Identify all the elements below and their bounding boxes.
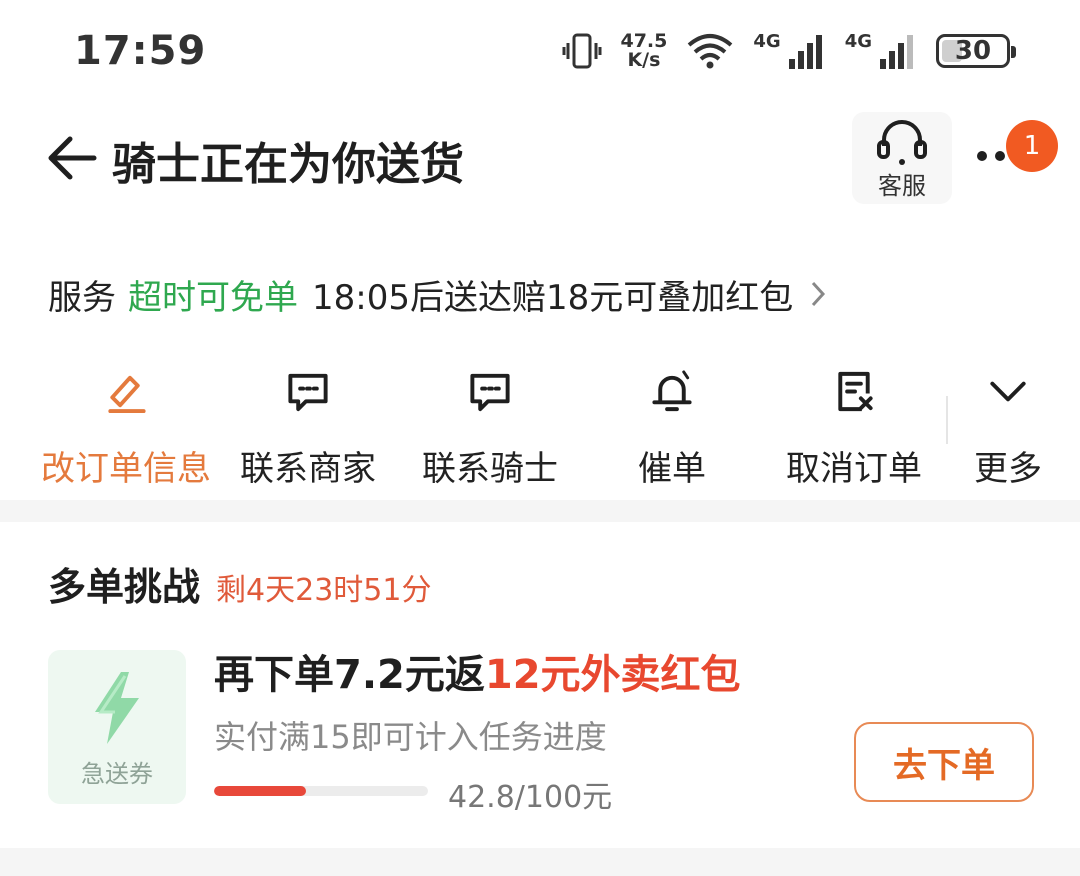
offer-prefix: 再下单7.2元返	[214, 652, 485, 698]
action-label: 联系骑士	[422, 449, 558, 489]
offer-highlight: 12元外卖红包	[484, 652, 741, 698]
status-time: 17:59	[74, 28, 207, 74]
service-label: 服务	[48, 277, 116, 318]
customer-service-label: 客服	[878, 172, 926, 200]
wifi-icon	[688, 34, 733, 69]
task-progress-bar	[214, 786, 428, 796]
offer-subtitle: 实付满15即可计入任务进度	[214, 718, 607, 756]
vibrate-icon	[562, 33, 602, 69]
action-edit-order[interactable]: 改订单信息	[36, 360, 216, 490]
coupon-label: 急送券	[81, 760, 153, 788]
cancel-doc-icon	[838, 371, 873, 412]
network-speed-unit: K/s	[627, 49, 661, 71]
challenge-timer: 剩4天23时51分	[216, 573, 432, 608]
status-bar: 17:59 47.5 K/s 4G 4G 30	[0, 0, 1080, 100]
network-type-1: 4G	[753, 30, 781, 52]
chevron-right-icon	[812, 281, 826, 307]
action-cancel-order[interactable]: 取消订单	[764, 360, 944, 490]
service-guarantee[interactable]: 服务 超时可免单 18:05后送达赔18元可叠加红包	[48, 268, 827, 320]
page-title: 骑士正在为你送货	[112, 139, 464, 190]
battery-icon: 30	[936, 34, 1016, 68]
action-contact-rider[interactable]: 联系骑士	[400, 360, 580, 490]
bell-icon	[652, 370, 692, 412]
back-arrow-icon	[48, 136, 97, 180]
coupon-card: 急送券	[48, 650, 186, 804]
section-divider	[0, 500, 1080, 522]
battery-level: 30	[954, 36, 992, 66]
action-label: 催单	[638, 449, 706, 489]
chat-icon	[470, 373, 510, 412]
service-description: 18:05后送达赔18元可叠加红包	[312, 277, 794, 318]
signal-icon	[880, 35, 913, 69]
title-bar: 骑士正在为你送货 客服 1	[0, 100, 1080, 220]
action-label: 更多	[974, 449, 1042, 489]
task-progress-text: 42.8/100元	[448, 780, 613, 815]
action-contact-merchant[interactable]: 联系商家	[218, 360, 398, 490]
signal-icon	[788, 35, 822, 69]
lightning-icon	[95, 672, 139, 744]
place-order-button[interactable]: 去下单	[854, 722, 1034, 802]
headset-icon	[877, 120, 927, 165]
action-label: 联系商家	[240, 449, 376, 489]
notification-badge: 1	[1006, 120, 1058, 172]
service-tag: 超时可免单	[128, 277, 298, 318]
action-urge-order[interactable]: 催单	[582, 360, 762, 490]
challenge-title: 多单挑战	[48, 565, 201, 609]
edit-icon	[108, 375, 146, 414]
order-actions: 改订单信息 联系商家 联系骑士 催单 取消订单 更多	[0, 360, 1080, 490]
section-divider	[0, 848, 1080, 876]
offer-title: 再下单7.2元返12元外卖红包	[214, 642, 741, 700]
customer-service-button[interactable]: 客服	[852, 112, 952, 204]
task-progress-fill	[214, 786, 306, 796]
network-type-2: 4G	[844, 30, 872, 52]
action-label: 取消订单	[786, 449, 922, 489]
more-dots-icon	[977, 151, 987, 161]
action-label: 改订单信息	[41, 449, 211, 489]
network-speed: 47.5 K/s	[620, 32, 667, 70]
more-dots-icon	[995, 151, 1005, 161]
challenge-header: 多单挑战 剩4天23时51分	[48, 556, 431, 611]
status-icons: 47.5 K/s 4G 4G 30	[562, 28, 1016, 74]
back-button[interactable]	[44, 130, 100, 186]
chevron-down-icon	[990, 381, 1026, 402]
chat-icon	[288, 373, 328, 412]
action-more[interactable]: 更多	[918, 360, 1080, 490]
